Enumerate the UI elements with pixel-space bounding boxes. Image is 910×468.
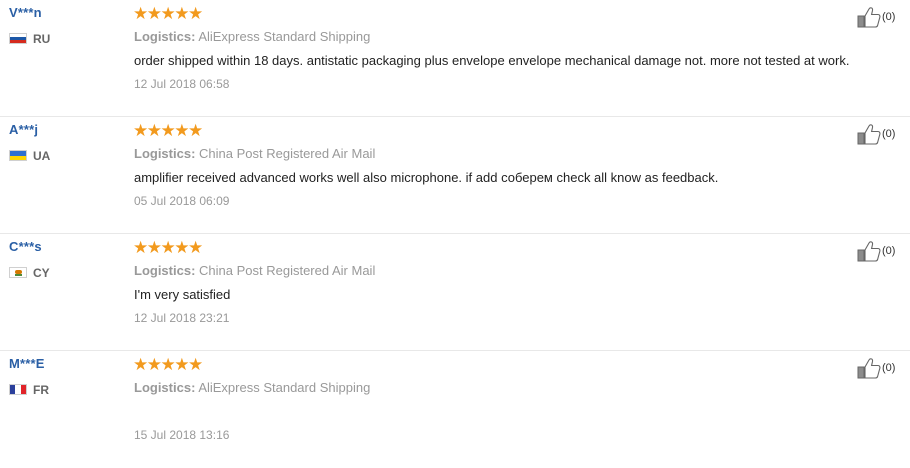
review-text: I'm very satisfied: [134, 287, 231, 302]
logistics-value: AliExpress Standard Shipping: [198, 29, 371, 44]
country-flag-icon: [9, 33, 27, 44]
review-text: order shipped within 18 days. antistatic…: [134, 53, 850, 68]
star-rating: ★★★★★: [133, 238, 203, 257]
logistics-value: AliExpress Standard Shipping: [198, 380, 371, 395]
helpful-count: (0): [882, 128, 896, 140]
review-date: 12 Jul 2018 23:21: [134, 311, 230, 325]
review-item: V***n RU ★★★★★ Logistics: AliExpress Standa…: [0, 0, 910, 117]
reviewer-name: M***E: [9, 356, 45, 371]
review-date: 12 Jul 2018 06:58: [134, 77, 230, 91]
logistics-label: Logistics:: [134, 29, 196, 44]
logistics-info: Logistics: AliExpress Standard Shipping: [134, 29, 370, 44]
thumbs-up-icon[interactable]: [857, 123, 881, 145]
helpful-count: (0): [882, 245, 896, 257]
country-code: CY: [33, 266, 50, 280]
logistics-value: China Post Registered Air Mail: [199, 263, 376, 278]
country-code: RU: [33, 32, 51, 46]
logistics-info: Logistics: China Post Registered Air Mai…: [134, 263, 375, 278]
country-code: UA: [33, 149, 51, 163]
country-flag-icon: [9, 384, 27, 395]
review-item: A***j UA ★★★★★ Logistics: China Post Regist…: [0, 117, 910, 234]
star-rating: ★★★★★: [133, 121, 203, 140]
logistics-label: Logistics:: [134, 146, 196, 161]
review-text: amplifier received advanced works well a…: [134, 170, 719, 185]
country-flag-icon: [9, 267, 27, 278]
review-date: 05 Jul 2018 06:09: [134, 194, 230, 208]
thumbs-up-icon[interactable]: [857, 357, 881, 379]
reviewer-name: A***j: [9, 122, 39, 137]
logistics-label: Logistics:: [134, 263, 196, 278]
logistics-value: China Post Registered Air Mail: [199, 146, 376, 161]
thumbs-up-icon[interactable]: [857, 240, 881, 262]
review-date: 15 Jul 2018 13:16: [134, 428, 230, 442]
logistics-info: Logistics: China Post Registered Air Mai…: [134, 146, 375, 161]
helpful-count: (0): [882, 362, 896, 374]
reviewer-name: C***s: [9, 239, 42, 254]
star-rating: ★★★★★: [133, 355, 203, 374]
star-rating: ★★★★★: [133, 4, 203, 23]
logistics-info: Logistics: AliExpress Standard Shipping: [134, 380, 370, 395]
country-flag-icon: [9, 150, 27, 161]
logistics-label: Logistics:: [134, 380, 196, 395]
helpful-count: (0): [882, 11, 896, 23]
thumbs-up-icon[interactable]: [857, 6, 881, 28]
reviewer-name: V***n: [9, 5, 42, 20]
review-item: C***s CY ★★★★★ Logistics: China Post Regist…: [0, 234, 910, 351]
country-code: FR: [33, 383, 49, 397]
review-item: M***E FR ★★★★★ Logistics: AliExpress Standa…: [0, 351, 910, 468]
